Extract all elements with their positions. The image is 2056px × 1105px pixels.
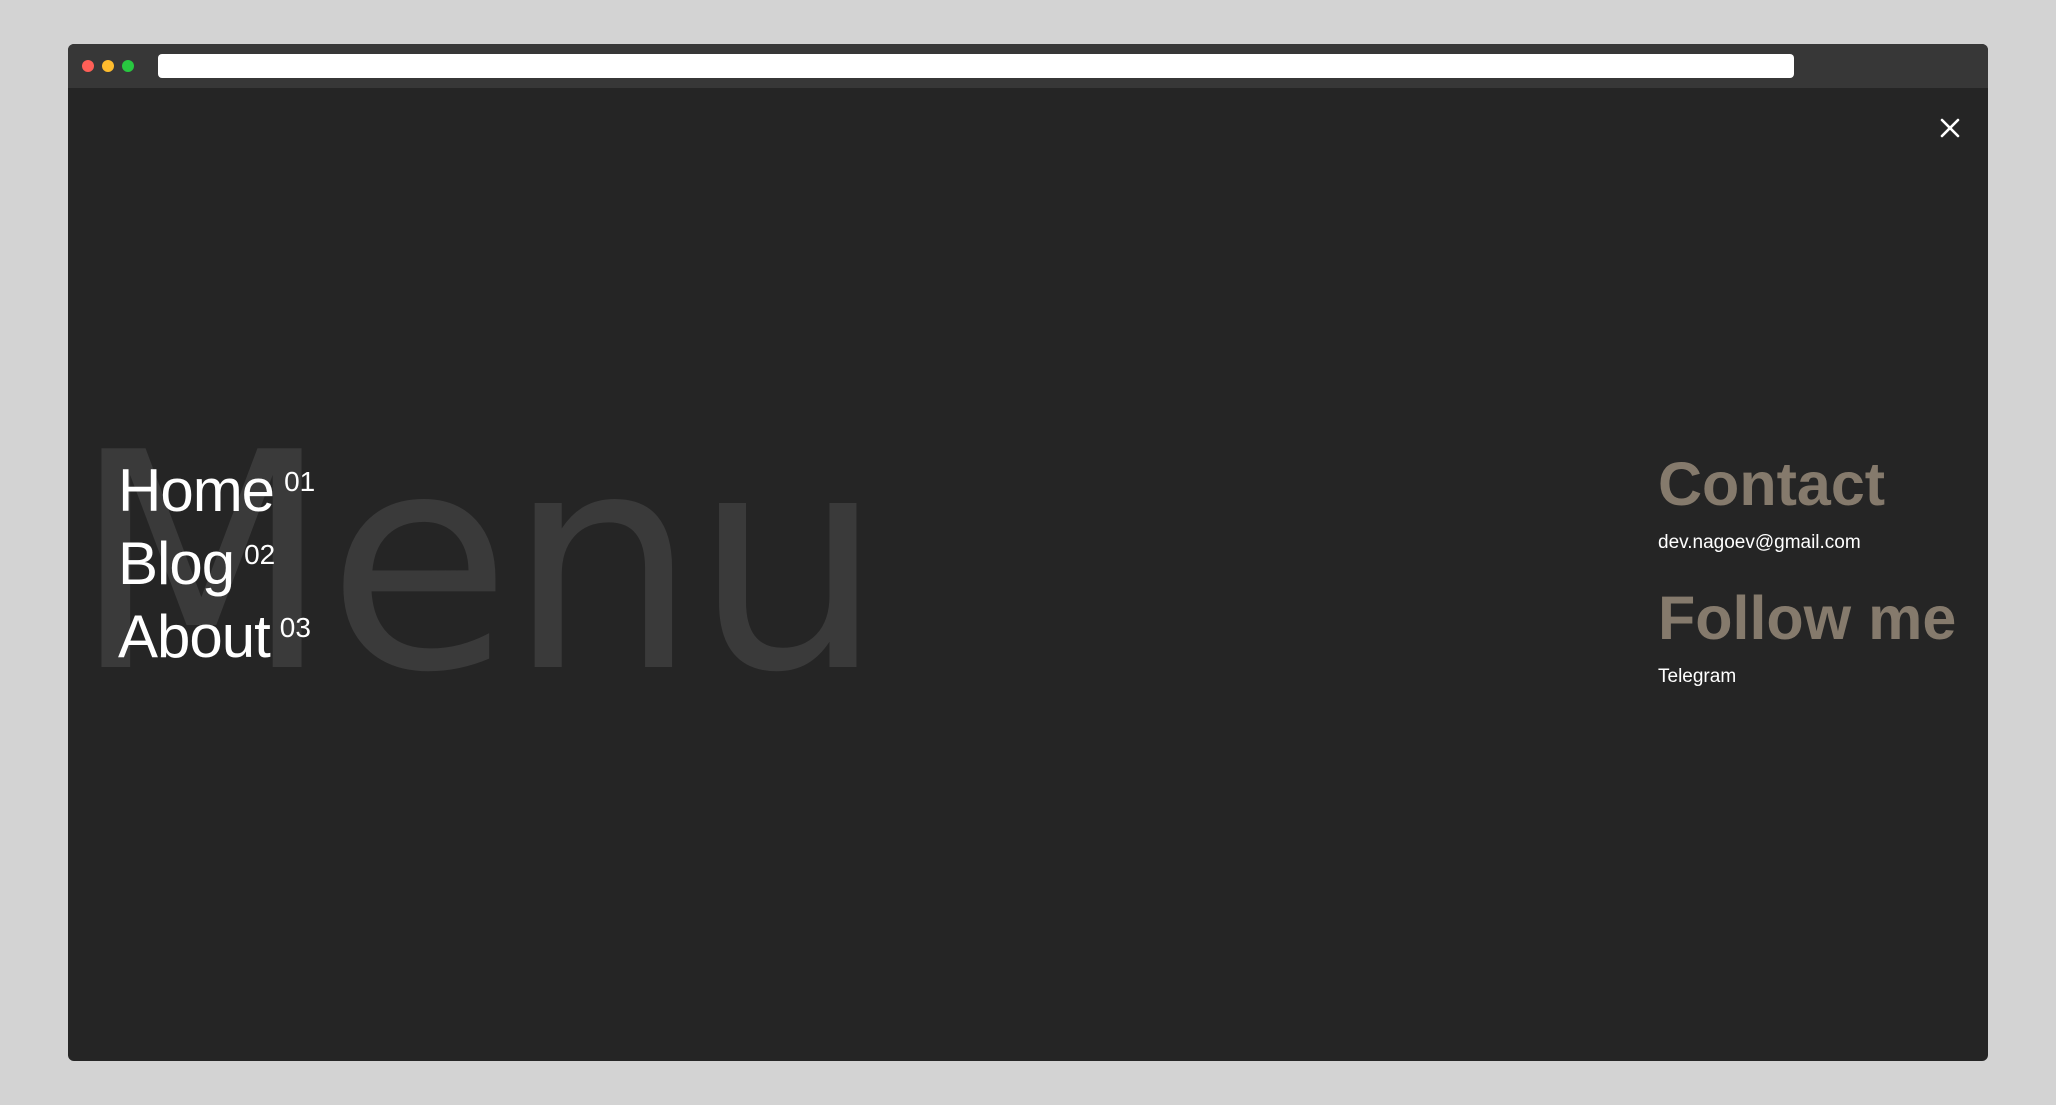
browser-window: Menu Home 01 Blog 02 About 03 Contact de… xyxy=(68,44,1988,1061)
contact-panel: Contact dev.nagoev@gmail.com Follow me T… xyxy=(1658,450,1957,687)
address-bar[interactable] xyxy=(158,54,1794,78)
nav-item-home[interactable]: Home 01 xyxy=(118,454,315,527)
nav-item-number: 03 xyxy=(279,612,311,643)
minimize-window-button[interactable] xyxy=(102,60,114,72)
main-nav: Home 01 Blog 02 About 03 xyxy=(118,454,315,673)
nav-item-label: About xyxy=(118,603,271,670)
nav-item-blog[interactable]: Blog 02 xyxy=(118,527,315,600)
follow-heading: Follow me xyxy=(1658,584,1957,652)
close-icon xyxy=(1940,118,1960,138)
browser-toolbar xyxy=(68,44,1988,88)
contact-heading: Contact xyxy=(1658,450,1886,518)
nav-item-number: 01 xyxy=(284,466,316,497)
nav-item-label: Home xyxy=(118,457,275,524)
close-menu-button[interactable] xyxy=(1932,110,1968,146)
nav-item-about[interactable]: About 03 xyxy=(118,600,315,673)
contact-email-link[interactable]: dev.nagoev@gmail.com xyxy=(1658,533,1956,552)
nav-item-number: 02 xyxy=(244,539,276,570)
maximize-window-button[interactable] xyxy=(122,60,134,72)
nav-item-label: Blog xyxy=(118,530,235,597)
close-window-button[interactable] xyxy=(82,60,94,72)
telegram-link[interactable]: Telegram xyxy=(1658,667,1956,686)
